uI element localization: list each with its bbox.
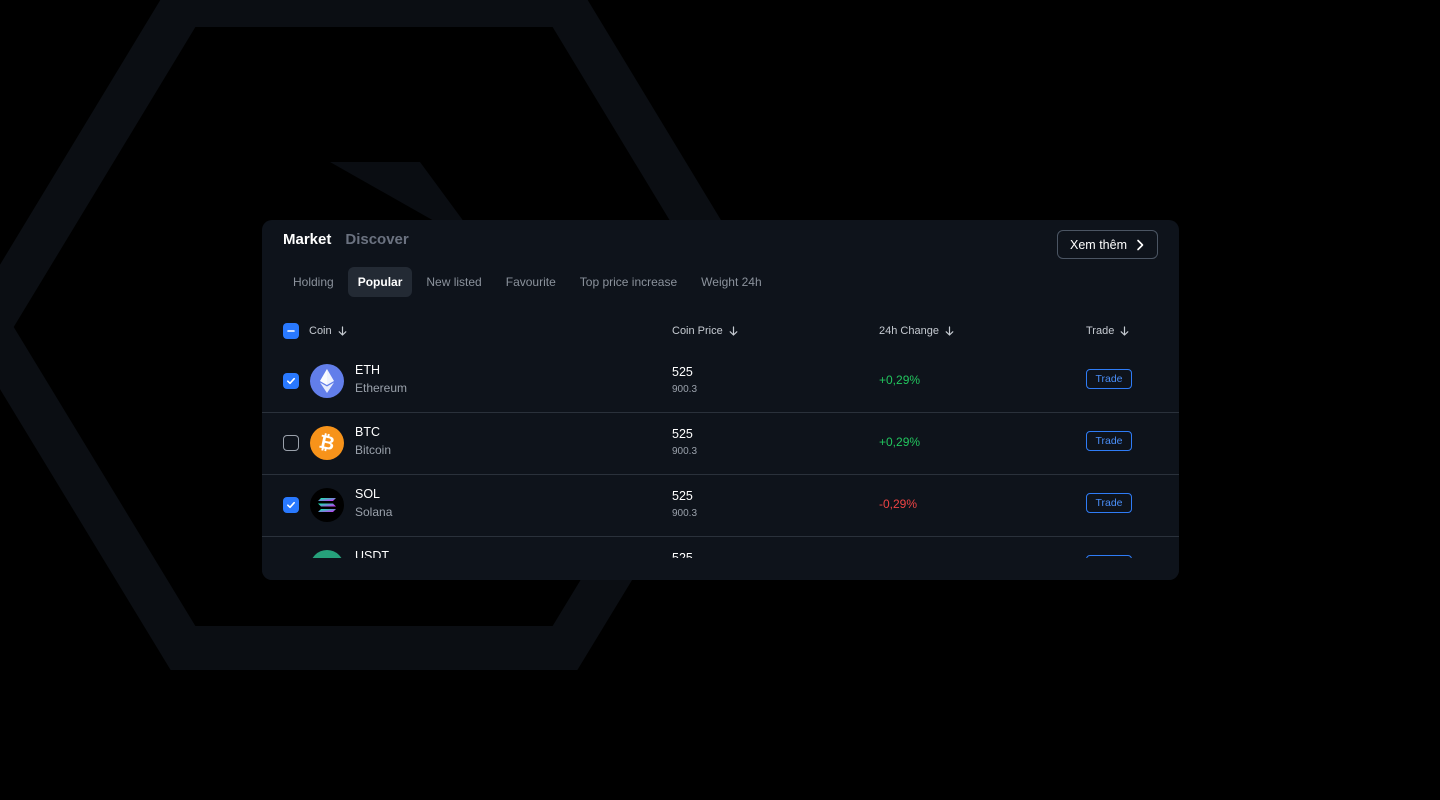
coin-price-sub: 900.3 [672,384,698,395]
sort-down-icon [338,326,347,336]
coin-price-sub: 900.3 [672,446,698,457]
table-header: Coin Coin Price 24h Change Trade [262,320,1179,342]
trade-button[interactable]: Trade [1086,431,1132,451]
ethereum-icon [310,364,344,398]
change-value: +0,29% [879,435,921,449]
check-icon [287,377,295,385]
chevron-right-icon [1137,239,1144,250]
coin-name: Ethereum [355,381,408,395]
coin-price: 525 [672,365,693,379]
check-icon [287,501,295,509]
change-value: +0,29% [879,373,921,387]
sort-down-icon [729,326,738,336]
panel-bottom-mask [262,558,1179,580]
tab-discover[interactable]: Discover [345,231,408,248]
bitcoin-icon: ₿ [310,426,344,460]
row-checkbox[interactable] [283,373,299,389]
price-column-header[interactable]: Coin Price [672,320,738,342]
sort-down-icon [945,326,954,336]
select-all-checkbox[interactable] [283,323,299,339]
filter-tab-popular[interactable]: Popular [347,267,413,297]
section-tabs: Market Discover [283,231,409,248]
filter-tabs: Holding Popular New listed Favourite Top… [283,267,776,297]
table-row[interactable]: SOL Solana 525 900.3 -0,29% Trade [262,474,1179,537]
trade-column-header[interactable]: Trade [1086,320,1129,342]
change-column-label: 24h Change [879,325,939,337]
price-column-label: Coin Price [672,325,723,337]
coin-symbol: SOL [355,487,381,501]
see-more-button[interactable]: Xem thêm [1057,230,1158,259]
coin-name: Solana [355,505,393,519]
change-value: -0,29% [879,497,918,511]
coin-price: 525 [672,427,693,441]
filter-tab-favourite[interactable]: Favourite [496,267,566,297]
coin-symbol: BTC [355,425,380,439]
table-row[interactable]: ETH Ethereum 525 900.3 +0,29% Trade [262,350,1179,413]
coin-column-label: Coin [309,325,332,337]
coin-column-header[interactable]: Coin [283,320,347,342]
row-checkbox[interactable] [283,435,299,451]
market-panel: Market Discover Xem thêm Holding Popular… [262,220,1179,580]
see-more-label: Xem thêm [1070,237,1127,252]
trade-button[interactable]: Trade [1086,369,1132,389]
filter-tab-top-price-increase[interactable]: Top price increase [570,267,687,297]
filter-tab-new-listed[interactable]: New listed [416,267,491,297]
filter-tab-weight-24h[interactable]: Weight 24h [691,267,772,297]
bitcoin-glyph: ₿ [317,430,337,455]
row-checkbox[interactable] [283,497,299,513]
trade-button[interactable]: Trade [1086,493,1132,513]
table-row[interactable]: ₿ BTC Bitcoin 525 900.3 +0,29% Trade [262,412,1179,475]
solana-icon [310,488,344,522]
coin-name: Bitcoin [355,443,392,457]
tab-market[interactable]: Market [283,231,331,248]
coin-price: 525 [672,489,693,503]
sort-down-icon [1120,326,1129,336]
trade-column-label: Trade [1086,325,1115,337]
filter-tab-holding[interactable]: Holding [283,267,344,297]
coin-symbol: ETH [355,363,380,377]
coin-price-sub: 900.3 [672,508,698,519]
minus-icon [287,330,295,332]
change-column-header[interactable]: 24h Change [879,320,954,342]
